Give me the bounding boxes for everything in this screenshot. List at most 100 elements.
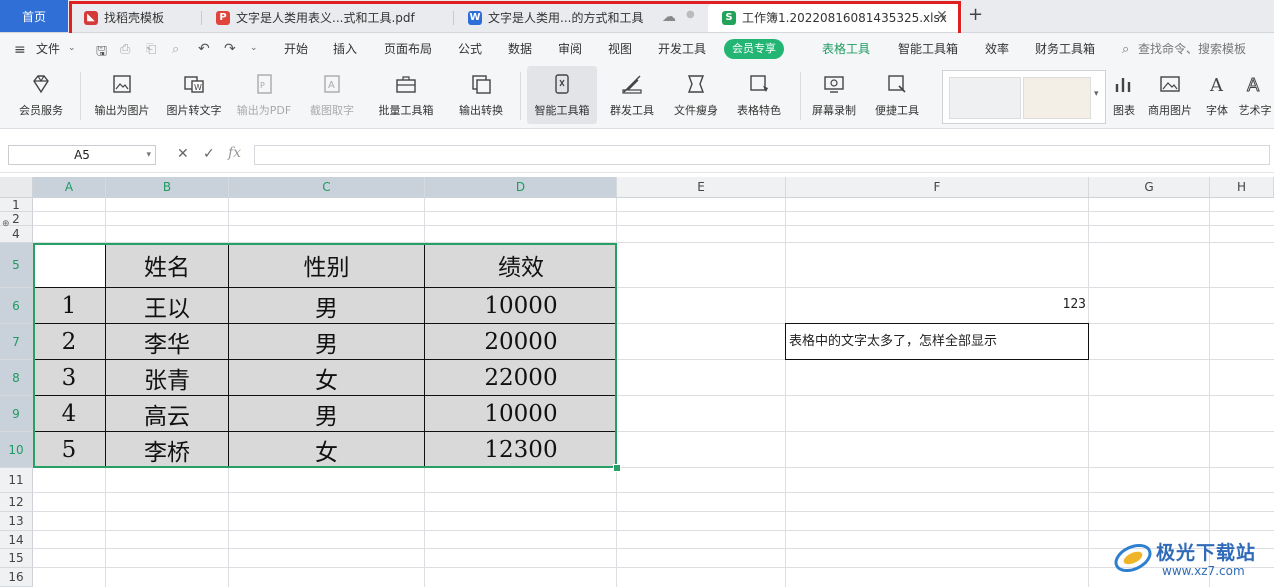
close-tab-icon[interactable]: ✕ (936, 8, 948, 24)
wordart-button[interactable]: A 艺术字 (1236, 66, 1274, 124)
toolbox-icon (396, 76, 416, 93)
undo-icon[interactable]: ↶ (198, 41, 210, 57)
gallery-more-icon[interactable]: ▾ (1094, 89, 1099, 99)
mass-send-button[interactable]: 群发工具 (600, 66, 664, 124)
menu-file[interactable]: 文件 (36, 33, 60, 66)
menu-table-tools[interactable]: 表格工具 (822, 33, 870, 66)
quick-access-more-icon[interactable]: ⌄ (250, 43, 258, 53)
table-feature-button[interactable]: 表格特色 (726, 66, 792, 124)
col-header-g[interactable]: G (1089, 177, 1210, 197)
row-header-15[interactable]: 15 (0, 549, 33, 568)
tab-daoke[interactable]: ◣ 找稻壳模板 (70, 3, 202, 32)
col-header-a[interactable]: A (33, 177, 106, 197)
row-header-12[interactable]: 12 (0, 493, 33, 512)
screenshot-text-button[interactable]: A 截图取字 (298, 66, 366, 124)
ribbon-label: 输出转换 (459, 104, 503, 117)
cell-f7[interactable]: 表格中的文字太多了，怎样全部显示 (785, 323, 1089, 360)
menu-finance-toolbox[interactable]: 财务工具箱 (1035, 33, 1095, 66)
image-to-text-button[interactable]: W 图片转文字 (160, 66, 228, 124)
group-expand-icon[interactable]: ⊕ (2, 219, 10, 229)
row-header-9[interactable]: 9 (0, 396, 33, 432)
file-slim-button[interactable]: 文件瘦身 (668, 66, 724, 124)
stock-image-button[interactable]: 商用图片 (1144, 66, 1196, 124)
template-gallery[interactable]: ▾ (942, 70, 1106, 124)
pdf-icon: P (216, 10, 230, 25)
formula-input[interactable] (254, 145, 1270, 165)
row-header-14[interactable]: 14 (0, 531, 33, 549)
name-box[interactable]: A5 ▾ (8, 145, 156, 165)
screen-record-icon (824, 76, 844, 93)
smart-toolbox-button[interactable]: 智能工具箱 (527, 66, 597, 124)
formula-bar: A5 ▾ ✕ ✓ fx (0, 139, 1274, 173)
export-convert-button[interactable]: 输出转换 (448, 66, 514, 124)
quick-tools-button[interactable]: 便捷工具 (864, 66, 930, 124)
watermark-logo-icon (1114, 543, 1152, 573)
tab-label: 工作簿1.20220816081435325.xlsx (742, 11, 947, 25)
ribbon-label: 图表 (1113, 104, 1135, 117)
select-all-corner[interactable] (0, 177, 33, 197)
menu-start[interactable]: 开始 (284, 33, 308, 66)
save-icon[interactable]: 🖫 (96, 42, 107, 64)
grid-line (785, 198, 786, 587)
image-export-icon (113, 75, 131, 93)
col-header-d[interactable]: D (425, 177, 617, 197)
font-icon: A (1209, 75, 1224, 96)
grid-line (33, 548, 1274, 549)
print-icon[interactable]: ⎗ (146, 42, 156, 57)
font-button[interactable]: A 字体 (1200, 66, 1234, 124)
menu-insert[interactable]: 插入 (333, 33, 357, 66)
col-header-f[interactable]: F (786, 177, 1089, 197)
menu-view[interactable]: 视图 (608, 33, 632, 66)
template-thumbnail[interactable] (1023, 77, 1091, 119)
row-header-5[interactable]: 5 (0, 243, 33, 288)
tab-writer[interactable]: W 文字是人类用...的方式和工具 ☁ ● (454, 3, 708, 32)
ribbon: 会员服务 输出为图片 W 图片转文字 P 输出为PDF A 截图取字 批量工具箱… (0, 66, 1274, 129)
export-pdf-button[interactable]: P 输出为PDF (230, 66, 298, 124)
menu-developer[interactable]: 开发工具 (658, 33, 706, 66)
hamburger-icon[interactable]: ≡ (14, 42, 26, 58)
chevron-down-icon[interactable]: ⌄ (68, 43, 76, 53)
command-search[interactable]: 查找命令、搜索模板 (1138, 33, 1246, 66)
menu-page-layout[interactable]: 页面布局 (384, 33, 432, 66)
vip-service-button[interactable]: 会员服务 (6, 66, 76, 124)
confirm-icon[interactable]: ✓ (203, 146, 215, 162)
fill-handle[interactable] (613, 464, 621, 472)
redo-icon[interactable]: ↷ (224, 41, 236, 57)
col-header-e[interactable]: E (617, 177, 786, 197)
row-header-13[interactable]: 13 (0, 512, 33, 531)
tab-home[interactable]: 首页 (0, 0, 68, 32)
row-header-6[interactable]: 6 (0, 288, 33, 324)
row-header-11[interactable]: 11 (0, 468, 33, 493)
row-header-10[interactable]: 10 (0, 432, 33, 468)
fx-icon[interactable]: fx (228, 145, 241, 161)
col-header-h[interactable]: H (1210, 177, 1274, 197)
export-image-button[interactable]: 输出为图片 (88, 66, 156, 124)
col-header-c[interactable]: C (229, 177, 425, 197)
template-thumbnail[interactable] (949, 77, 1021, 119)
grid-line (1209, 198, 1210, 587)
menu-formula[interactable]: 公式 (458, 33, 482, 66)
col-header-b[interactable]: B (106, 177, 229, 197)
cloud-icon[interactable]: ☁ (662, 9, 676, 25)
menu-review[interactable]: 审阅 (558, 33, 582, 66)
menu-vip[interactable]: 会员专享 (724, 39, 784, 59)
chevron-down-icon[interactable]: ▾ (146, 146, 151, 164)
tab-pdf[interactable]: P 文字是人类用表义...式和工具.pdf (202, 3, 454, 32)
preview-icon[interactable]: ⌕ (172, 42, 179, 57)
column-header: A B C D E F G H (0, 177, 1274, 198)
row-header-1[interactable]: 1 (0, 198, 33, 212)
row-header-16[interactable]: 16 (0, 568, 33, 587)
batch-toolbox-button[interactable]: 批量工具箱 (368, 66, 444, 124)
menu-data[interactable]: 数据 (508, 33, 532, 66)
cancel-icon[interactable]: ✕ (177, 146, 189, 162)
menu-efficiency[interactable]: 效率 (985, 33, 1009, 66)
tab-workbook[interactable]: S 工作簿1.20220816081435325.xlsx ✕ (708, 3, 962, 32)
screen-record-button[interactable]: 屏幕录制 (806, 66, 862, 124)
cell-f6[interactable]: 123 (786, 297, 1086, 312)
menu-smart-toolbox[interactable]: 智能工具箱 (898, 33, 958, 66)
export-icon[interactable]: ⎙ (120, 42, 130, 57)
row-header-7[interactable]: 7 (0, 324, 33, 360)
row-header-8[interactable]: 8 (0, 360, 33, 396)
chart-button[interactable]: 图表 (1108, 66, 1140, 124)
new-tab-button[interactable]: + (968, 4, 983, 25)
